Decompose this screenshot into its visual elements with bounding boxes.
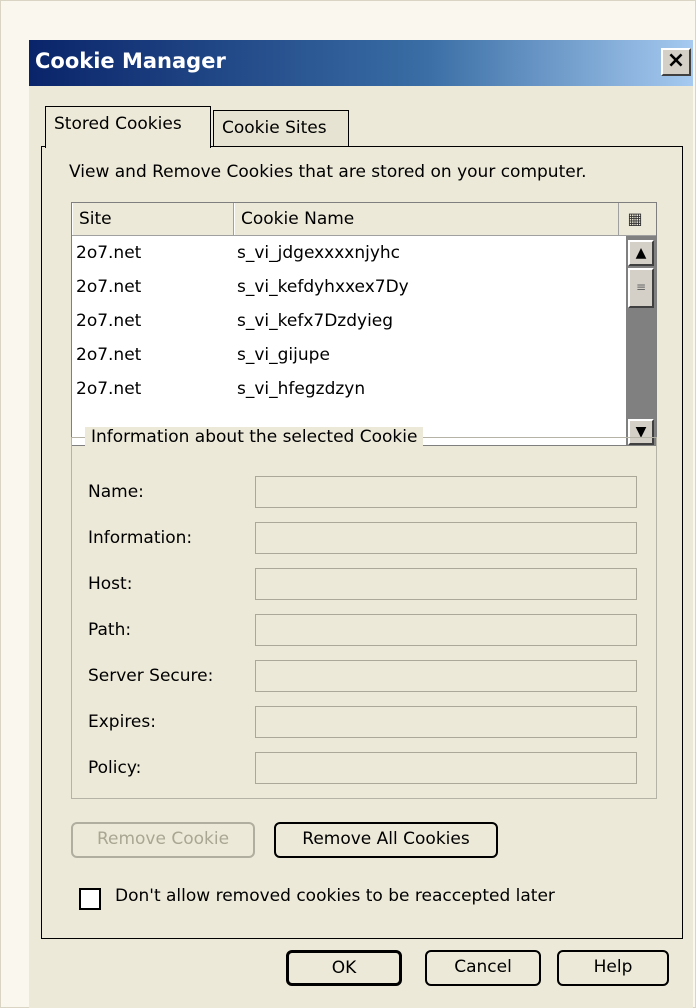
close-button[interactable]: × <box>661 48 691 76</box>
tab-stored-cookies[interactable]: Stored Cookies <box>45 106 211 148</box>
ok-button[interactable]: OK <box>286 950 402 986</box>
cancel-button[interactable]: Cancel <box>425 950 541 986</box>
window-title: Cookie Manager <box>35 49 226 73</box>
tab-cookie-sites[interactable]: Cookie Sites <box>213 110 349 146</box>
title-bar[interactable]: Cookie Manager × <box>29 40 693 86</box>
stored-cookies-panel <box>41 146 683 939</box>
close-icon: × <box>666 48 686 73</box>
help-button[interactable]: Help <box>557 950 669 986</box>
